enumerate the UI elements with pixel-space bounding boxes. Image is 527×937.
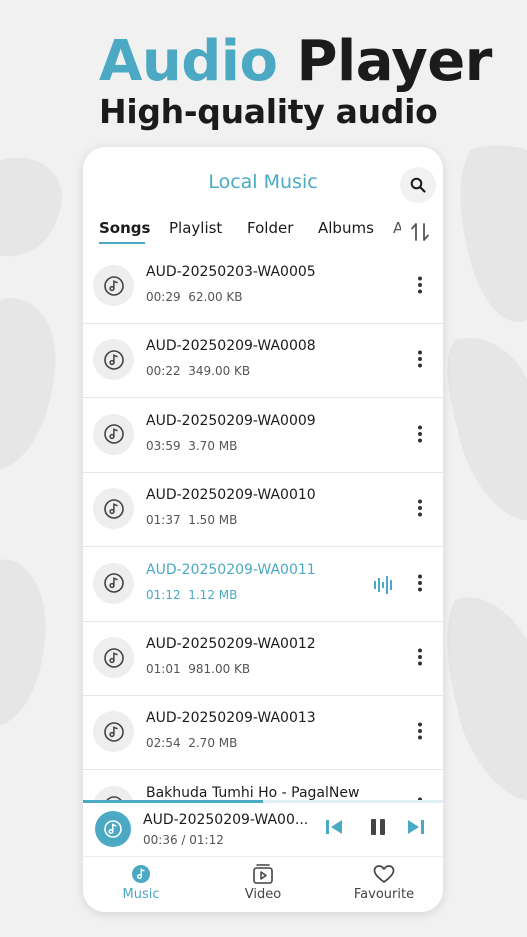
- song-artwork: [93, 637, 134, 678]
- video-icon: [253, 864, 273, 884]
- song-meta: 01:37 1.50 MB: [146, 513, 237, 527]
- tab-playlist[interactable]: Playlist: [169, 219, 222, 237]
- phone-screen: Local Music Songs Playlist Folder Albums…: [83, 147, 443, 912]
- song-artwork: [93, 339, 134, 381]
- next-icon[interactable]: [405, 816, 427, 838]
- pause-icon[interactable]: [367, 816, 389, 838]
- now-playing-time: 00:36 / 01:12: [143, 833, 224, 847]
- more-vert-icon[interactable]: [410, 275, 430, 295]
- nav-video-label: Video: [244, 887, 282, 902]
- song-artwork: [93, 711, 134, 753]
- song-title: AUD-20250209-WA0009: [146, 412, 316, 429]
- song-title: AUD-20250209-WA0011: [146, 561, 316, 578]
- song-meta: 01:12 1.12 MB: [146, 588, 237, 602]
- music-disc-icon: [103, 722, 124, 742]
- progress-fill: [83, 800, 263, 803]
- previous-icon[interactable]: [323, 816, 345, 838]
- music-disc-icon: [103, 573, 124, 593]
- song-artwork: [93, 562, 134, 604]
- song-row[interactable]: AUD-20250209-WA0010 01:37 1.50 MB: [83, 473, 443, 548]
- song-row[interactable]: Bakhuda Tumhi Ho - PagalNew: [83, 771, 443, 800]
- nav-music[interactable]: Music: [91, 863, 191, 902]
- promo-headline-word2: Player: [296, 29, 492, 94]
- nav-music-label: Music: [122, 887, 160, 902]
- song-size: 1.12 MB: [188, 587, 238, 602]
- more-vert-icon[interactable]: [410, 721, 430, 741]
- song-meta: 00:29 62.00 KB: [146, 290, 243, 304]
- page-title: Local Music: [208, 171, 318, 193]
- tab-albums[interactable]: Albums: [318, 219, 374, 237]
- song-meta: 03:59 3.70 MB: [146, 439, 237, 453]
- mini-player[interactable]: AUD-20250209-WA00... 00:36 / 01:12: [83, 800, 443, 856]
- song-duration: 00:22: [146, 364, 181, 379]
- more-vert-icon[interactable]: [410, 424, 430, 444]
- song-meta: 02:54 2.70 MB: [146, 736, 237, 750]
- music-disc-icon: [103, 350, 124, 370]
- sort-icon[interactable]: [409, 221, 431, 243]
- promo-subline: High-quality audio: [99, 92, 438, 131]
- song-duration: 03:59: [146, 438, 181, 453]
- nav-favourite[interactable]: Favourite: [334, 863, 434, 902]
- song-artwork: [93, 785, 134, 800]
- music-disc-icon: [103, 424, 124, 445]
- song-meta: 00:22 349.00 KB: [146, 364, 250, 378]
- song-list: AUD-20250203-WA0005 00:29 62.00 KB AUD-202…: [83, 250, 443, 800]
- music-disc-icon: [103, 275, 124, 296]
- song-size: 981.00 KB: [188, 662, 251, 676]
- song-size: 3.70 MB: [188, 438, 238, 453]
- song-size: 1.50 MB: [188, 513, 238, 528]
- song-row[interactable]: AUD-20250209-WA0008 00:22 349.00 KB: [83, 324, 443, 399]
- song-row[interactable]: AUD-20250209-WA0011 01:12 1.12 MB: [83, 548, 443, 622]
- song-row[interactable]: AUD-20250209-WA0009 03:59 3.70 MB: [83, 399, 443, 473]
- equalizer-icon: [374, 575, 392, 594]
- song-duration: 01:37: [146, 513, 181, 528]
- now-playing-title: AUD-20250209-WA00...: [143, 812, 309, 828]
- song-duration: 02:54: [146, 736, 181, 751]
- song-title: AUD-20250209-WA0012: [146, 636, 316, 652]
- song-row[interactable]: AUD-20250203-WA0005 00:29 62.00 KB: [83, 250, 443, 324]
- song-title: AUD-20250203-WA0005: [146, 264, 316, 280]
- song-meta: 01:01 981.00 KB: [146, 662, 250, 676]
- nav-favourite-label: Favourite: [353, 887, 415, 902]
- more-vert-icon[interactable]: [410, 573, 430, 593]
- nav-video[interactable]: Video: [213, 863, 313, 902]
- search-button[interactable]: [400, 167, 436, 203]
- music-disc-icon: [103, 647, 124, 668]
- promo-headline: Audio Player: [99, 30, 492, 94]
- song-title: Bakhuda Tumhi Ho - PagalNew: [146, 784, 360, 800]
- tab-folder[interactable]: Folder: [247, 219, 293, 237]
- now-playing-artwork: [95, 811, 131, 847]
- song-artwork: [93, 488, 134, 530]
- music-disc-icon: [132, 865, 150, 883]
- song-title: AUD-20250209-WA0013: [146, 710, 316, 727]
- song-size: 62.00 KB: [188, 290, 243, 304]
- more-vert-icon[interactable]: [410, 647, 430, 667]
- active-tab-indicator: [99, 242, 145, 244]
- tab-songs[interactable]: Songs: [99, 219, 150, 237]
- song-row[interactable]: AUD-20250209-WA0012 01:01 981.00 KB: [83, 622, 443, 696]
- music-disc-icon: [104, 820, 122, 838]
- song-title: AUD-20250209-WA0008: [146, 338, 316, 355]
- more-vert-icon[interactable]: [410, 498, 430, 518]
- promo-headline-word1: Audio: [99, 29, 278, 94]
- song-size: 2.70 MB: [188, 736, 238, 751]
- song-size: 349.00 KB: [188, 364, 251, 379]
- tab-artists-truncated[interactable]: A: [393, 219, 401, 237]
- song-artwork: [93, 265, 134, 306]
- category-tabs: Songs Playlist Folder Albums A: [99, 219, 443, 249]
- song-row[interactable]: AUD-20250209-WA0013 02:54 2.70 MB: [83, 696, 443, 771]
- song-duration: 01:01: [146, 662, 181, 676]
- bottom-navigation: Music Video Favourite: [83, 856, 443, 912]
- search-icon: [410, 177, 426, 193]
- song-artwork: [93, 413, 134, 455]
- music-disc-icon: [103, 498, 124, 519]
- more-vert-icon[interactable]: [410, 349, 430, 369]
- song-title: AUD-20250209-WA0010: [146, 487, 316, 504]
- song-duration: 00:29: [146, 290, 181, 304]
- song-duration: 01:12: [146, 587, 181, 602]
- heart-icon: [373, 865, 395, 883]
